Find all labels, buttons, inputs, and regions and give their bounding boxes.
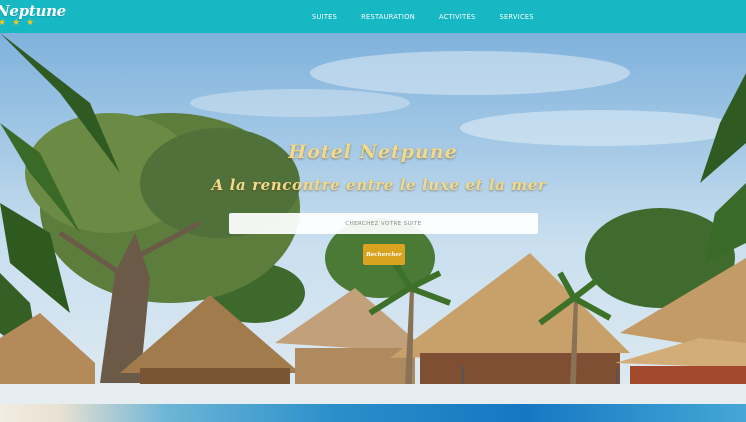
hero-section: Hotel Netpune A la rencontre entre le lu… (0, 33, 746, 384)
nav-link-activites[interactable]: ACTIVITÉS (439, 13, 476, 21)
logo[interactable]: Neptune ★★★ (0, 0, 66, 33)
top-navigation-bar: Neptune ★★★ SUITES RESTAURATION ACTIVITÉ… (0, 0, 746, 33)
nav-link-services[interactable]: SERVICES (499, 13, 533, 21)
section-divider (0, 384, 746, 404)
search-button[interactable]: Rechercher (363, 244, 405, 265)
hero-subtitle: A la rencontre entre le luxe et la mer (211, 176, 547, 194)
search-suite-input[interactable] (229, 213, 538, 234)
next-section-banner-image (0, 404, 746, 422)
hero-background-image (0, 33, 746, 384)
nav-link-restauration[interactable]: RESTAURATION (361, 13, 415, 21)
logo-stars-icon: ★★★ (0, 17, 41, 27)
nav-link-suites[interactable]: SUITES (312, 13, 337, 21)
hero-title: Hotel Netpune (288, 141, 458, 163)
main-nav: SUITES RESTAURATION ACTIVITÉS SERVICES (300, 0, 546, 33)
